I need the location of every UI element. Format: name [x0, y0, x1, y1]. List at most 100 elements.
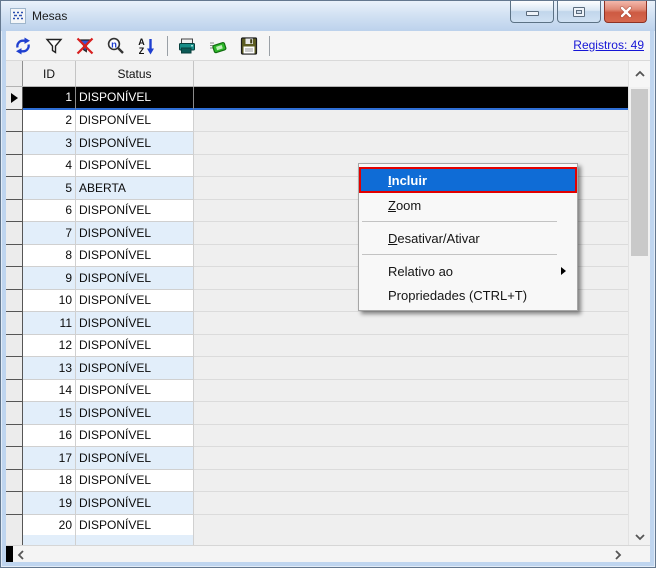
registros-link[interactable]: Registros: 49 — [573, 38, 644, 52]
table-row[interactable]: 11DISPONÍVEL — [6, 312, 628, 335]
menu-item-desativar-ativar[interactable]: Desativar/Ativar — [359, 226, 577, 250]
row-indicator[interactable] — [6, 470, 23, 493]
table-row[interactable]: 1DISPONÍVEL — [6, 87, 628, 110]
cell-id[interactable]: 6 — [23, 200, 76, 223]
cell-id[interactable]: 9 — [23, 267, 76, 290]
cell-status[interactable]: DISPONÍVEL — [76, 155, 194, 178]
table-row[interactable]: 13DISPONÍVEL — [6, 357, 628, 380]
cell-status[interactable]: DISPONÍVEL — [76, 380, 194, 403]
cell-status[interactable]: DISPONÍVEL — [76, 335, 194, 358]
sort-button[interactable]: A Z — [134, 34, 160, 58]
refresh-button[interactable] — [10, 34, 36, 58]
cell-id[interactable]: 15 — [23, 402, 76, 425]
row-indicator[interactable] — [6, 290, 23, 313]
row-indicator[interactable] — [6, 200, 23, 223]
cell-status[interactable]: DISPONÍVEL — [76, 470, 194, 493]
row-indicator[interactable] — [6, 515, 23, 536]
cell-id[interactable]: 14 — [23, 380, 76, 403]
cell-id[interactable]: 16 — [23, 425, 76, 448]
cell-id[interactable]: 3 — [23, 132, 76, 155]
row-indicator[interactable] — [6, 245, 23, 268]
row-indicator[interactable] — [6, 312, 23, 335]
save-button[interactable] — [236, 34, 262, 58]
cell-status[interactable]: DISPONÍVEL — [76, 200, 194, 223]
cell-id[interactable]: 17 — [23, 447, 76, 470]
row-indicator[interactable] — [6, 132, 23, 155]
cell-status[interactable]: DISPONÍVEL — [76, 132, 194, 155]
cell-id[interactable]: 11 — [23, 312, 76, 335]
cell-status[interactable]: DISPONÍVEL — [76, 312, 194, 335]
table-row[interactable]: 3DISPONÍVEL — [6, 132, 628, 155]
row-indicator[interactable] — [6, 87, 23, 110]
cell-status[interactable]: DISPONÍVEL — [76, 245, 194, 268]
menu-item-propriedades-ctrl-t[interactable]: Propriedades (CTRL+T) — [359, 283, 577, 307]
menu-item-relativo-ao[interactable]: Relativo ao — [359, 259, 577, 283]
row-indicator[interactable] — [6, 402, 23, 425]
scroll-right-button[interactable] — [614, 548, 622, 566]
locate-button[interactable]: n — [103, 34, 129, 58]
maximize-button[interactable] — [557, 1, 601, 23]
cell-status[interactable]: DISPONÍVEL — [76, 425, 194, 448]
row-indicator[interactable] — [6, 177, 23, 200]
cell-id[interactable]: 5 — [23, 177, 76, 200]
menu-item-zoom[interactable]: Zoom — [359, 193, 577, 217]
cell-id[interactable]: 8 — [23, 245, 76, 268]
cell-status[interactable]: ABERTA — [76, 177, 194, 200]
cell-id[interactable]: 20 — [23, 515, 76, 536]
cell-status[interactable]: DISPONÍVEL — [76, 402, 194, 425]
cell-status[interactable]: DISPONÍVEL — [76, 447, 194, 470]
row-indicator[interactable] — [6, 267, 23, 290]
row-indicator[interactable] — [6, 357, 23, 380]
payment-button[interactable] — [205, 34, 231, 58]
cell-id[interactable]: 10 — [23, 290, 76, 313]
vertical-scrollbar[interactable] — [628, 61, 650, 545]
row-indicator[interactable] — [6, 492, 23, 515]
row-indicator[interactable] — [6, 335, 23, 358]
cell-id[interactable]: 4 — [23, 155, 76, 178]
column-header-status[interactable]: Status — [76, 61, 194, 86]
scroll-up-button[interactable] — [629, 61, 650, 87]
row-indicator[interactable] — [6, 155, 23, 178]
vertical-scroll-thumb[interactable] — [631, 89, 648, 256]
table-row[interactable]: 14DISPONÍVEL — [6, 380, 628, 403]
cell-status[interactable]: DISPONÍVEL — [76, 357, 194, 380]
table-row[interactable]: 12DISPONÍVEL — [6, 335, 628, 358]
cell-id[interactable]: 2 — [23, 110, 76, 133]
scroll-left-button[interactable] — [17, 548, 25, 566]
close-button[interactable] — [604, 1, 647, 23]
filter-button[interactable] — [41, 34, 67, 58]
horizontal-scrollbar[interactable] — [6, 545, 650, 562]
table-row[interactable]: 17DISPONÍVEL — [6, 447, 628, 470]
row-indicator[interactable] — [6, 447, 23, 470]
cell-status[interactable]: DISPONÍVEL — [76, 515, 194, 536]
cell-status[interactable]: DISPONÍVEL — [76, 110, 194, 133]
table-row[interactable]: 19DISPONÍVEL — [6, 492, 628, 515]
cell-status[interactable]: DISPONÍVEL — [76, 222, 194, 245]
cell-id[interactable]: 18 — [23, 470, 76, 493]
cell-status[interactable]: DISPONÍVEL — [76, 492, 194, 515]
table-row[interactable]: 2DISPONÍVEL — [6, 110, 628, 133]
cell-id[interactable]: 19 — [23, 492, 76, 515]
row-indicator[interactable] — [6, 425, 23, 448]
table-row[interactable]: 20DISPONÍVEL — [6, 515, 628, 536]
menu-item-incluir[interactable]: Incluir — [359, 167, 577, 193]
cell-id[interactable]: 12 — [23, 335, 76, 358]
cell-id[interactable]: 7 — [23, 222, 76, 245]
row-indicator[interactable] — [6, 110, 23, 133]
clear-filter-button[interactable] — [72, 34, 98, 58]
print-button[interactable] — [174, 34, 200, 58]
cell-id[interactable]: 13 — [23, 357, 76, 380]
table-row[interactable]: 16DISPONÍVEL — [6, 425, 628, 448]
column-header-id[interactable]: ID — [23, 61, 76, 86]
table-row[interactable]: 15DISPONÍVEL — [6, 402, 628, 425]
row-indicator[interactable] — [6, 222, 23, 245]
scroll-down-button[interactable] — [629, 529, 650, 545]
title-bar[interactable]: Mesas — [1, 1, 655, 31]
cell-id[interactable]: 1 — [23, 87, 76, 110]
table-row[interactable]: 18DISPONÍVEL — [6, 470, 628, 493]
minimize-button[interactable] — [510, 1, 554, 23]
cell-status[interactable]: DISPONÍVEL — [76, 87, 194, 110]
row-indicator[interactable] — [6, 380, 23, 403]
cell-status[interactable]: DISPONÍVEL — [76, 267, 194, 290]
cell-status[interactable]: DISPONÍVEL — [76, 290, 194, 313]
